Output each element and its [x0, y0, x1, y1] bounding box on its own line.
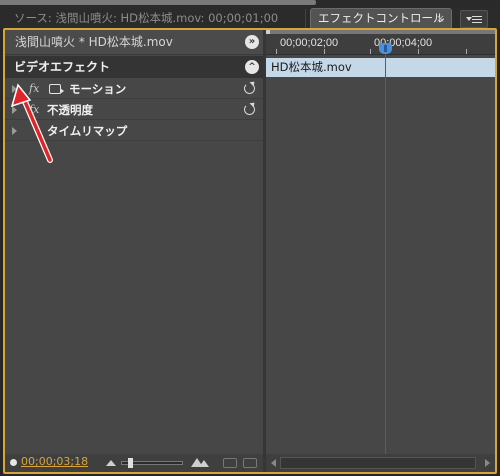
video-effects-title: ビデオエフェクト	[14, 60, 111, 74]
effect-label-time-remap: タイムリマップ	[47, 124, 128, 138]
ruler-tick	[466, 49, 467, 54]
zoom-out-icon[interactable]	[106, 460, 116, 466]
transform-icon[interactable]	[49, 84, 64, 94]
expand-triangle-icon[interactable]	[12, 106, 17, 114]
reset-icon[interactable]	[244, 104, 255, 115]
current-timecode[interactable]: 00;00;03;18	[21, 455, 88, 468]
scroll-track[interactable]	[280, 457, 476, 469]
tab-source[interactable]: ソース: 浅間山噴火: HD松本城.mov: 00;00;01;00	[6, 9, 306, 28]
effect-row-time-remap[interactable]: タイムリマップ	[5, 121, 263, 141]
work-area-handle[interactable]	[266, 30, 270, 34]
fx-toggle-icon[interactable]: fx	[29, 100, 39, 120]
reset-icon[interactable]	[244, 83, 255, 94]
scroll-right-icon[interactable]	[485, 459, 490, 467]
panel-tab-row: ソース: 浅間山噴火: HD松本城.mov: 00;00;01;00 エフェクト…	[0, 6, 500, 29]
ruler-tick	[276, 49, 277, 54]
playhead-indicator-icon	[10, 459, 17, 466]
top-scrollbar-thumb[interactable]	[0, 0, 316, 5]
panel-menu-button[interactable]	[460, 10, 488, 28]
effect-controls-panel: 浅間山噴火 * HD松本城.mov » ビデオエフェクト ^ fx モーション …	[3, 28, 497, 474]
collapse-section-button[interactable]: ^	[245, 60, 259, 74]
effect-row-motion[interactable]: fx モーション	[5, 79, 263, 99]
effect-row-opacity[interactable]: fx 不透明度	[5, 100, 263, 120]
clip-bar[interactable]: HD松本城.mov	[266, 58, 495, 77]
tab-effect-controls[interactable]: エフェクトコントロール ×	[310, 8, 452, 29]
scroll-left-icon[interactable]	[271, 459, 276, 467]
prev-keyframe-button[interactable]	[223, 458, 237, 468]
show-timeline-button[interactable]: »	[245, 35, 259, 49]
menu-lines-icon	[472, 16, 482, 23]
ruler-tick-label: 00;00;02;00	[280, 37, 339, 49]
ruler-tick	[370, 49, 371, 54]
sequence-clip-label: 浅間山噴火 * HD松本城.mov	[15, 35, 173, 49]
work-area-bar[interactable]	[266, 30, 495, 34]
next-keyframe-button[interactable]	[243, 458, 257, 468]
effects-list: 浅間山噴火 * HD松本城.mov » ビデオエフェクト ^ fx モーション …	[5, 30, 263, 472]
expand-triangle-icon[interactable]	[12, 85, 17, 93]
playhead-handle[interactable]	[379, 43, 392, 54]
ruler-tick	[418, 49, 419, 54]
tab-effect-controls-label: エフェクトコントロール	[318, 11, 445, 25]
video-effects-section: ビデオエフェクト ^	[5, 56, 263, 78]
zoom-slider-knob[interactable]	[128, 458, 133, 468]
timeline-scrollbar[interactable]	[266, 454, 495, 472]
footer-controls: 00;00;03;18	[5, 454, 263, 472]
sequence-clip-header: 浅間山噴火 * HD松本城.mov »	[5, 30, 263, 55]
effect-label-motion: モーション	[69, 82, 127, 96]
expand-triangle-icon[interactable]	[12, 127, 17, 135]
fx-toggle-icon[interactable]: fx	[29, 79, 39, 99]
playhead-line	[385, 50, 386, 458]
close-icon[interactable]: ×	[436, 9, 445, 28]
effect-label-opacity: 不透明度	[47, 103, 93, 117]
zoom-in-icon[interactable]	[191, 458, 211, 467]
ruler-tick	[324, 49, 325, 54]
timeline-view: 00;00;02;00 00;00;04;00 HD松本城.mov	[266, 30, 495, 472]
